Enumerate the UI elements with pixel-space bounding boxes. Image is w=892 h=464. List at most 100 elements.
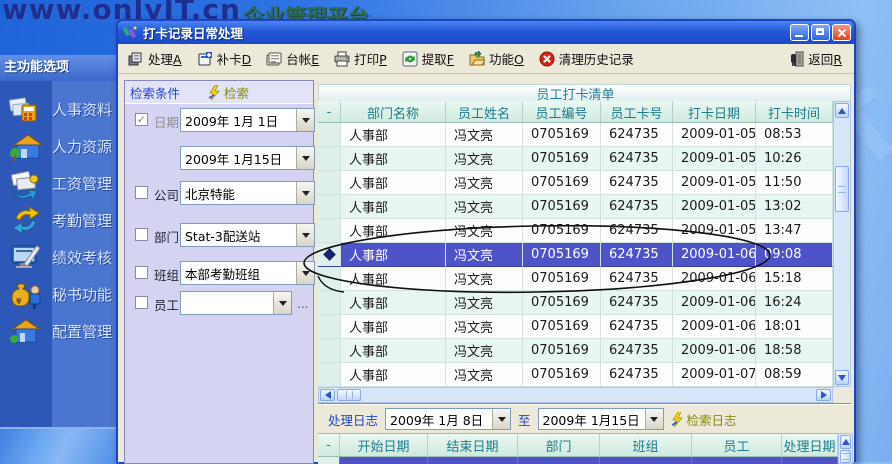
table-row[interactable]: 人事部冯文亮07051696247352009-01-0513:02 [318,195,833,219]
date-from-checkbox[interactable] [135,113,148,126]
row-indicator-cell [318,339,341,363]
date-to-dropdown[interactable]: 2009年 1月15日 [180,146,315,170]
sidebar-item-performance[interactable]: 绩效考核 [0,239,116,276]
table-row[interactable]: 人事部冯文亮07051696247352009-01-0618:01 [318,315,833,339]
print-button[interactable]: 打印P [334,49,387,68]
chevron-down-icon[interactable] [296,262,314,284]
minimize-button[interactable] [790,24,809,41]
chevron-down-icon[interactable] [296,182,314,204]
table-cell: 人事部 [341,363,446,387]
chevron-down-icon[interactable] [645,409,663,429]
employee-dropdown[interactable] [180,291,292,315]
company-checkbox[interactable] [135,186,148,199]
sidebar-item-salary[interactable]: 工资管理 [0,165,116,202]
log-date-from-dropdown[interactable]: 2009年 1月 8日 [385,408,511,430]
arrow-left-icon [325,391,331,399]
employee-label: 员工 [154,295,179,314]
clear-history-button[interactable]: 清理历史记录 [539,49,634,68]
punch-table-vertical-scrollbar[interactable] [833,101,851,387]
employee-browse-button[interactable]: ... [297,297,308,311]
ledger-button[interactable]: 台帐E [266,49,319,68]
chevron-down-icon[interactable] [296,147,314,169]
sidebar-item-label: 人事资料 [52,99,112,120]
row-indicator-cell [318,363,341,387]
row-indicator-cell [318,123,341,147]
makeup-card-button[interactable]: 补卡D [197,49,252,68]
personnel-icon [8,95,44,125]
scroll-right-button[interactable] [816,389,831,401]
print-button-label: 打印P [354,49,387,68]
log-date-to-dropdown[interactable]: 2009年 1月15日 [538,408,664,430]
function-button[interactable]: 功能O [469,49,524,68]
table-cell: 624735 [601,171,673,195]
sidebar-item-hr[interactable]: 人力资源 [0,128,116,165]
table-row[interactable]: 人事部冯文亮07051696247352009-01-0616:24 [318,291,833,315]
table-row[interactable]: 人事部冯文亮07051696247352009-01-0511:50 [318,171,833,195]
table-row[interactable]: 人事部冯文亮07051696247352009-01-0708:59 [318,363,833,387]
table-cell: 人事部 [341,267,446,291]
scroll-left-button[interactable] [320,389,335,401]
scrollbar-thumb[interactable] [835,166,849,212]
search-log-button[interactable]: 检索日志 [671,410,737,429]
table-cell: 冯文亮 [446,291,523,315]
chevron-down-icon[interactable] [296,109,314,131]
scroll-down-button[interactable] [835,370,849,385]
table-row[interactable]: 人事部冯文亮07051696247352009-01-0609:08 [318,243,833,267]
chevron-down-icon[interactable] [492,409,510,429]
scrollbar-thumb[interactable] [337,389,361,401]
sidebar-item-label: 工资管理 [52,173,112,194]
company-dropdown[interactable]: 北京特能 [180,181,315,205]
table-cell: 0705169 [523,291,601,315]
sidebar-item-label: 配置管理 [52,321,112,342]
window-icon [123,25,139,41]
team-dropdown[interactable]: 本部考勤班组 [180,261,315,285]
sidebar-item-config[interactable]: 配置管理 [0,313,116,350]
row-indicator-cell [318,291,341,315]
window-titlebar[interactable]: 打卡记录日常处理 [118,21,854,44]
log-table-vertical-scrollbar[interactable] [838,433,853,464]
scroll-up-button[interactable] [835,103,849,118]
search-panel-header: 检索条件 检索 [125,81,313,104]
clear-icon [539,51,555,67]
arrow-right-icon [821,391,827,399]
close-button[interactable] [832,24,851,41]
maximize-button[interactable] [811,24,830,41]
extract-button-label: 提取F [422,49,454,68]
scrollbar-thumb[interactable] [840,450,851,463]
chevron-down-icon[interactable] [273,292,291,314]
table-row[interactable]: 人事部冯文亮07051696247352009-01-0510:26 [318,147,833,171]
sidebar-item-attendance[interactable]: 考勤管理 [0,202,116,239]
department-dropdown[interactable]: Stat-3配送站 [180,223,315,247]
lightning-icon [671,412,684,427]
search-field-employee: 员工... [125,291,313,315]
printer-icon [334,51,350,67]
sidebar-item-secretary[interactable]: ¥秘书功能 [0,276,116,313]
extract-button[interactable]: 提取F [402,49,454,68]
log-table-selected-row[interactable] [318,457,838,464]
table-row[interactable]: 人事部冯文亮07051696247352009-01-0508:53 [318,123,833,147]
punch-table-horizontal-scrollbar[interactable] [318,387,833,403]
log-label: 处理日志 [328,410,378,429]
table-row[interactable]: 人事部冯文亮07051696247352009-01-0513:47 [318,219,833,243]
table-row[interactable]: 人事部冯文亮07051696247352009-01-0618:58 [318,339,833,363]
sidebar-item-personnel[interactable]: 人事资料 [0,91,116,128]
table-cell: 2009-01-06 [673,339,756,363]
employee-checkbox[interactable] [135,296,148,309]
process-button-label: 处理A [148,49,182,68]
process-button[interactable]: 处理A [128,49,182,68]
makeup-card-button-label: 补卡D [217,49,252,68]
sidebar-item-label: 人力资源 [52,136,112,157]
table-cell: 13:02 [756,195,833,219]
department-checkbox[interactable] [135,228,148,241]
punch-table-header: -部门名称员工姓名员工编号员工卡号打卡日期打卡时间 [318,101,833,123]
return-button[interactable]: 返回R [788,49,842,68]
table-row[interactable]: 人事部冯文亮07051696247352009-01-0615:18 [318,267,833,291]
search-button[interactable]: 检索 [208,83,249,102]
table-cell: 624735 [601,315,673,339]
chevron-down-icon[interactable] [296,224,314,246]
scroll-up-button[interactable] [840,435,851,449]
date-from-dropdown[interactable]: 2009年 1月 1日 [180,108,315,132]
company-value: 北京特能 [181,184,296,203]
team-checkbox[interactable] [135,266,148,279]
table-cell: 0705169 [523,267,601,291]
